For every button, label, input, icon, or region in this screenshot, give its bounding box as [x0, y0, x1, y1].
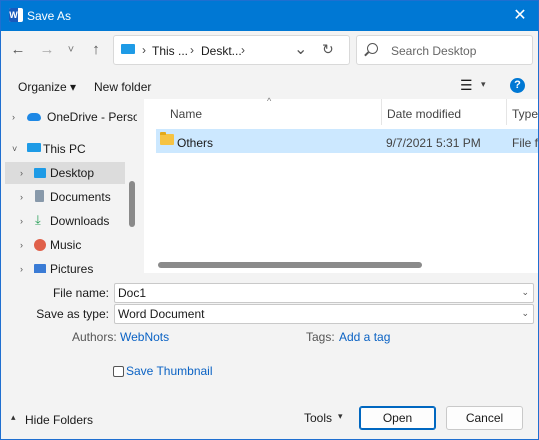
- authors-label: Authors:: [72, 330, 117, 344]
- pc-icon: [27, 143, 41, 152]
- tree-item-label: Documents: [50, 190, 111, 204]
- expand-chevron-icon[interactable]: ›: [20, 234, 23, 256]
- documents-icon: [35, 190, 44, 202]
- view-options-icon[interactable]: ☰: [460, 77, 473, 94]
- breadcrumb-separator-icon: ›: [190, 43, 194, 57]
- file-list-horizontal-scrollbar[interactable]: [158, 262, 422, 268]
- up-arrow-icon[interactable]: ↑: [85, 39, 107, 61]
- help-icon[interactable]: ?: [510, 78, 525, 93]
- tree-item-label: Downloads: [50, 214, 110, 228]
- address-bar[interactable]: › This ... › Deskt... › ⌄: [113, 35, 350, 65]
- open-button[interactable]: Open: [359, 406, 436, 430]
- file-name-value: Doc1: [118, 286, 147, 300]
- authors-field[interactable]: WebNots: [120, 330, 169, 344]
- sort-ascending-icon: ^: [267, 96, 272, 106]
- tree-item-pictures[interactable]: › Pictures: [5, 258, 125, 273]
- tools-dropdown-icon[interactable]: ▾: [338, 411, 343, 422]
- view-dropdown-icon[interactable]: ▾: [481, 79, 486, 90]
- close-button[interactable]: ✕: [510, 6, 530, 26]
- collapse-chevron-icon[interactable]: ˅: [12, 138, 17, 160]
- new-folder-button[interactable]: New folder: [94, 80, 151, 94]
- tools-menu[interactable]: Tools: [304, 411, 332, 425]
- breadcrumb-separator-icon: ›: [241, 43, 245, 57]
- save-as-type-value: Word Document: [118, 307, 205, 321]
- navigation-pane-scrollbar[interactable]: [129, 181, 135, 227]
- breadcrumb-separator-icon: ›: [142, 43, 146, 57]
- search-icon: [367, 43, 378, 54]
- breadcrumb-desktop[interactable]: Deskt...: [201, 44, 242, 58]
- organize-menu[interactable]: Organize ▾: [18, 80, 76, 94]
- tree-item-label: OneDrive - Persor: [47, 110, 137, 124]
- tree-item-onedrive[interactable]: › OneDrive - Persor: [5, 106, 137, 128]
- file-name-field[interactable]: Doc1 ⌄: [114, 283, 534, 303]
- date-modified-cell: 9/7/2021 5:31 PM: [386, 136, 481, 150]
- file-list-pane: [144, 99, 538, 273]
- type-cell: File fc: [512, 136, 538, 150]
- word-app-icon: W: [9, 8, 23, 22]
- expand-chevron-icon[interactable]: ›: [20, 186, 23, 208]
- desktop-icon: [34, 168, 46, 178]
- expand-chevron-icon[interactable]: ›: [20, 162, 23, 184]
- save-as-type-select[interactable]: Word Document ⌄: [114, 304, 534, 324]
- tree-item-label: Music: [50, 238, 82, 252]
- pictures-icon: [34, 264, 46, 273]
- file-name-label: File name:: [52, 286, 109, 300]
- tree-item-label: This PC: [43, 142, 86, 156]
- cloud-icon: [27, 113, 41, 121]
- column-header-name[interactable]: Name: [170, 107, 202, 121]
- music-icon: [34, 239, 46, 251]
- navigation-pane: › OneDrive - Persor ˅ This PC › Desktop …: [1, 99, 137, 273]
- forward-arrow-icon[interactable]: →: [36, 39, 58, 61]
- this-pc-icon: [121, 44, 135, 54]
- title-bar: W Save As ✕: [1, 1, 538, 31]
- expand-chevron-icon[interactable]: ›: [20, 258, 23, 273]
- expand-chevron-icon[interactable]: ›: [12, 106, 15, 128]
- chevron-down-icon[interactable]: ⌄: [521, 308, 529, 319]
- column-header-type[interactable]: Type: [512, 107, 538, 121]
- expand-chevron-icon[interactable]: ›: [20, 210, 23, 232]
- hide-folders-button[interactable]: Hide Folders: [25, 413, 93, 427]
- back-arrow-icon[interactable]: ←: [7, 39, 29, 61]
- tree-item-label: Pictures: [50, 262, 94, 273]
- search-placeholder: Search Desktop: [391, 44, 477, 58]
- hide-folders-chevron-icon[interactable]: ▴: [11, 412, 16, 423]
- save-thumbnail-label[interactable]: Save Thumbnail: [126, 364, 213, 378]
- tree-item-desktop[interactable]: › Desktop: [5, 162, 125, 184]
- folder-icon: [160, 132, 174, 145]
- downloads-icon: ⤓: [35, 212, 41, 227]
- tags-label: Tags:: [306, 330, 335, 344]
- tree-item-documents[interactable]: › Documents: [5, 186, 125, 208]
- file-name-cell: Others: [177, 136, 214, 150]
- dialog-title: Save As: [27, 9, 72, 23]
- breadcrumb-this-pc[interactable]: This ...: [152, 44, 188, 58]
- address-dropdown-icon[interactable]: ⌄: [294, 39, 307, 59]
- save-as-type-label: Save as type:: [36, 307, 109, 321]
- tags-field[interactable]: Add a tag: [339, 330, 390, 344]
- save-as-dialog: W Save As ✕ ← → ˅ ↑ › This ... › Deskt..…: [0, 0, 539, 440]
- recent-locations-chevron-icon[interactable]: ˅: [60, 39, 82, 61]
- tree-item-label: Desktop: [50, 166, 95, 180]
- search-box[interactable]: Search Desktop: [356, 35, 533, 65]
- tree-item-this-pc[interactable]: ˅ This PC: [5, 138, 125, 160]
- column-divider[interactable]: [381, 99, 382, 125]
- column-header-date-modified[interactable]: Date modified: [387, 107, 461, 121]
- tree-item-downloads[interactable]: › ⤓ Downloads: [5, 210, 125, 232]
- tree-item-music[interactable]: › Music: [5, 234, 125, 256]
- chevron-down-icon[interactable]: ⌄: [521, 287, 529, 298]
- column-divider[interactable]: [506, 99, 507, 125]
- refresh-icon[interactable]: ↻: [322, 41, 334, 58]
- save-thumbnail-checkbox[interactable]: [113, 366, 124, 377]
- cancel-button[interactable]: Cancel: [446, 406, 523, 430]
